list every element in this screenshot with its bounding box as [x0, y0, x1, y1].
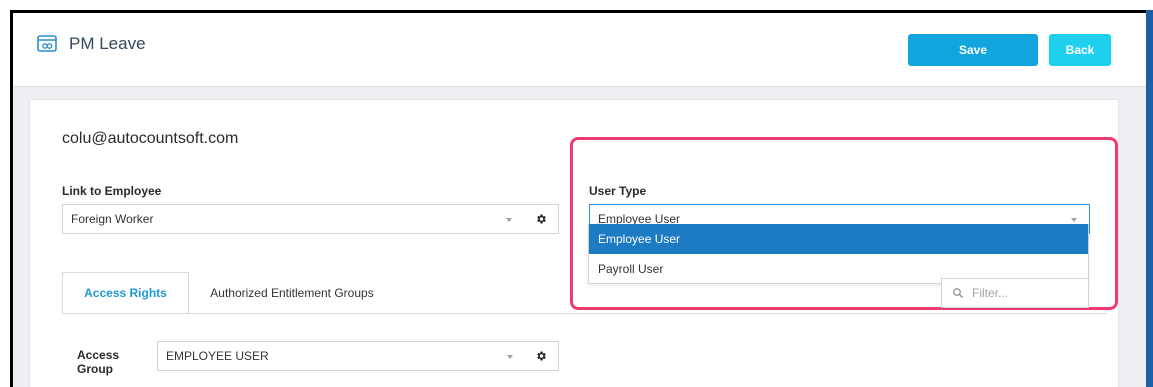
chevron-down-icon — [507, 355, 513, 359]
save-button[interactable]: Save — [908, 34, 1038, 66]
filter-input[interactable]: Filter... — [941, 278, 1089, 308]
page-title: PM Leave — [69, 34, 146, 53]
window-edge — [1146, 10, 1153, 387]
access-group-select[interactable]: EMPLOYEE USER — [157, 341, 559, 371]
access-group-label-line2: Group — [77, 362, 113, 376]
tab-access-rights[interactable]: Access Rights — [62, 272, 189, 314]
access-group-value: EMPLOYEE USER — [166, 349, 269, 363]
access-group-label-line1: Access — [77, 348, 120, 362]
access-group-label: Access Group — [77, 348, 119, 376]
link-employee-value: Foreign Worker — [71, 212, 154, 226]
user-email: colu@autocountsoft.com — [62, 130, 239, 147]
tab-divider — [62, 313, 1107, 314]
window-link-icon — [37, 35, 57, 52]
gear-icon[interactable] — [535, 213, 547, 225]
filter-placeholder: Filter... — [972, 286, 1009, 300]
tab-authorized-entitlement-groups[interactable]: Authorized Entitlement Groups — [192, 272, 392, 314]
chevron-down-icon — [506, 218, 512, 222]
app-window: PM Leave Save Back colu@autocountsoft.co… — [10, 10, 1153, 387]
back-button[interactable]: Back — [1049, 34, 1111, 66]
link-employee-label: Link to Employee — [62, 184, 162, 198]
search-icon — [953, 288, 963, 298]
link-employee-select[interactable]: Foreign Worker — [62, 204, 559, 234]
gear-icon[interactable] — [535, 350, 547, 362]
page-header: PM Leave Save Back — [13, 13, 1146, 87]
